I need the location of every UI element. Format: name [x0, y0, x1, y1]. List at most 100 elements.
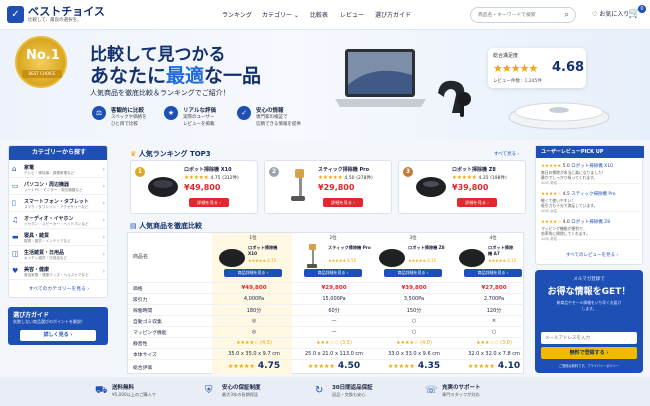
- product-name: ロボット掃除機 Z8: [408, 245, 445, 250]
- table-cell: 32.0 x 32.0 x 7.8 cm: [468, 351, 520, 357]
- nav-ranking[interactable]: ランキング: [222, 10, 252, 19]
- nav-reviews[interactable]: レビュー: [340, 10, 364, 19]
- benefit-title: 充実のサポート: [442, 385, 481, 391]
- search-icon[interactable]: ⌕: [565, 10, 569, 20]
- cart-count-badge: 0: [638, 5, 646, 13]
- product-rating: ★★★★★ 4.75 (312件): [184, 175, 239, 181]
- price-cell: ¥27,800: [481, 285, 507, 291]
- product-price: ¥49,800: [184, 183, 221, 192]
- chevron-right-icon: ›: [102, 217, 105, 224]
- nav-category[interactable]: カテゴリー ⌄: [262, 10, 299, 19]
- product-image: [379, 249, 405, 267]
- row-divider: [128, 326, 525, 327]
- shield-icon: ⛨: [205, 385, 213, 396]
- product-name: ロボット掃除機 X10: [184, 167, 232, 173]
- rating-stars: ★★★★★: [493, 62, 538, 75]
- review-text: 軽くて使いやすい！ 吸引力も十分で満足しています。: [541, 198, 598, 208]
- review-meta: 30代 男性: [541, 181, 558, 185]
- review-product: スティック掃除機 Pro: [571, 192, 616, 197]
- table-cell: ★★★★☆ (4.0): [396, 340, 432, 346]
- ranking-card-3[interactable]: 3 ロボット掃除機 Z8 ★★★★★ 4.35 (198件) ¥39,800 詳…: [398, 160, 526, 214]
- price-cell: ¥39,800: [401, 285, 427, 291]
- row-divider: [128, 348, 525, 349]
- refresh-icon: ↻: [315, 385, 324, 396]
- review-item[interactable]: ★★★★☆ 4.5 スティック掃除機 Pro 軽くて使いやすい！ 吸引力も十分で満…: [541, 190, 639, 213]
- email-field[interactable]: [541, 332, 637, 344]
- feature-desc: ひと目で比較: [111, 122, 138, 127]
- compare-title: ▤ 人気商品を徹底比較: [130, 222, 203, 230]
- product-image: [416, 177, 446, 197]
- details-button[interactable]: 詳細を見る ›: [457, 198, 497, 207]
- sidebar-title: カテゴリーから探す: [9, 146, 107, 160]
- guide-desc: 失敗しない商品選びのポイントを解説！: [13, 319, 85, 324]
- table-cell: —: [331, 329, 337, 335]
- nav-compare[interactable]: 比較表: [310, 10, 328, 19]
- sidebar-item-audio[interactable]: ♫ オーディオ・イヤホン イヤホン・スピーカー・ヘッドホンなど ›: [9, 213, 107, 229]
- overall-rating-card: 総合満足度 ★★★★★ 4.68 レビュー件数：1,245件: [488, 48, 586, 88]
- product-details-button[interactable]: 商品詳細を見る ›: [464, 269, 522, 277]
- view-all-reviews-link[interactable]: すべてのレビューを見る ›: [566, 252, 618, 258]
- chevron-right-icon: ›: [102, 200, 105, 207]
- ranking-card-2[interactable]: 2 スティック掃除機 Pro ★★★★★ 4.50 (278件) ¥29,800…: [264, 160, 392, 214]
- guide-button[interactable]: 詳しく見る ›: [20, 330, 96, 341]
- rating-score: 4.68: [552, 60, 585, 75]
- sidebar-item-appliances[interactable]: ⌂ 家電 テレビ・掃除機・調理家電など ›: [9, 162, 107, 178]
- chevron-right-icon: ›: [102, 234, 105, 241]
- product-image: [219, 249, 245, 267]
- list-icon: ▤: [130, 222, 137, 230]
- benefit-desc: 専門スタッフが対応: [442, 392, 480, 397]
- product-details-button[interactable]: 商品詳細を見る ›: [384, 269, 442, 277]
- row-divider: [128, 293, 525, 294]
- rank-badge: 1: [135, 167, 145, 177]
- product-rating: ★★★★★ 4.50: [328, 258, 357, 263]
- review-item[interactable]: ★★★★★ 5.0 ロボット掃除機 X10 毎日の掃除が本当に楽になりました！静…: [541, 162, 639, 185]
- ranking-card-1[interactable]: 1 ロボット掃除機 X10 ★★★★★ 4.75 (312件) ¥49,800 …: [130, 160, 258, 214]
- product-rating: ★★★★★ 4.35: [408, 258, 437, 263]
- feature-title: 客観的に比較: [111, 108, 145, 114]
- table-cell: 35.0 x 35.0 x 9.7 cm: [228, 351, 280, 357]
- product-image: [291, 169, 305, 201]
- product-rating: ★★★★★ 4.10: [488, 258, 517, 263]
- ranking-title: ♛ 人気ランキング TOP3: [130, 150, 211, 158]
- chevron-right-icon: ›: [102, 251, 105, 258]
- subscribe-button[interactable]: 無料で登録する ›: [541, 347, 637, 359]
- table-cell: 25.0 x 21.0 x 113.0 cm: [304, 351, 364, 357]
- sidebar-item-daily[interactable]: ◫ 生活雑貨・日用品 キッチン雑貨・日用品など ›: [9, 247, 107, 263]
- sidebar-item-beauty[interactable]: ♥ 美容・健康 美容家電・健康グッズ・ヘルスケアなど ›: [9, 264, 107, 280]
- table-cell: ★★★☆☆ (3.5): [316, 340, 352, 346]
- row-label-suction: 吸引力: [133, 298, 148, 303]
- sidebar-item-pc[interactable]: ▭ パソコン・周辺機器 ノートPC・モニター・周辺機器など ›: [9, 179, 107, 195]
- search-input[interactable]: [478, 11, 558, 20]
- review-item[interactable]: ★★★★☆ 4.0 ロボット掃除機 Z8 マッピング機能が便利で、 効率的に掃除し…: [541, 218, 639, 241]
- sidebar-item-smartphone[interactable]: ▯ スマートフォン・タブレット スマホ・タブレット・アクセサリーなど ›: [9, 196, 107, 212]
- review-product: ロボット掃除機 X10: [571, 164, 613, 169]
- newsletter-card: メルマガ登録で お得な情報をGET！ 新商品やセール情報をいち早くお届け します。…: [535, 270, 643, 373]
- row-divider: [128, 359, 525, 360]
- phone-icon: ▯: [12, 199, 16, 207]
- table-cell: 180分: [246, 308, 262, 314]
- check-badge-icon[interactable]: ✓: [7, 6, 24, 23]
- details-button[interactable]: 詳細を見る ›: [323, 198, 363, 207]
- table-cell: 33.0 x 33.0 x 9.6 cm: [388, 351, 440, 357]
- view-all-categories-link[interactable]: すべてのカテゴリーを見る ›: [9, 283, 107, 297]
- table-cell: ×: [491, 318, 497, 324]
- product-details-button[interactable]: 商品詳細を見る ›: [224, 269, 282, 277]
- chevron-right-icon: ›: [102, 268, 105, 275]
- product-details-button[interactable]: 商品詳細を見る ›: [304, 269, 362, 277]
- monitor-icon: ▭: [12, 182, 19, 190]
- favorites-link[interactable]: ♡ お気に入り: [592, 9, 629, 18]
- benefit-title: 30日間返品保証: [332, 385, 373, 391]
- price-cell: ¥29,800: [321, 285, 347, 291]
- hero-title-line2: あなたに最適な一品: [90, 65, 262, 87]
- chevron-right-icon: ›: [102, 183, 105, 190]
- row-label-noise: 静音性: [133, 342, 148, 347]
- sidebar-item-bedding[interactable]: ▬ 寝具・雑貨 寝具・雑貨・インテリアなど ›: [9, 230, 107, 246]
- details-button[interactable]: 詳細を見る ›: [189, 198, 229, 207]
- feature-desc: 信頼できる情報を提供: [256, 122, 301, 127]
- nav-guide[interactable]: 選び方ガイド: [375, 10, 411, 19]
- overall-score-cell: ★★★★★ 4.75: [227, 361, 281, 371]
- product-label: 商品名: [133, 254, 149, 260]
- ranking-view-all-link[interactable]: すべて見る ›: [494, 151, 519, 157]
- table-cell: 150分: [406, 308, 422, 314]
- table-cell: —: [331, 318, 337, 324]
